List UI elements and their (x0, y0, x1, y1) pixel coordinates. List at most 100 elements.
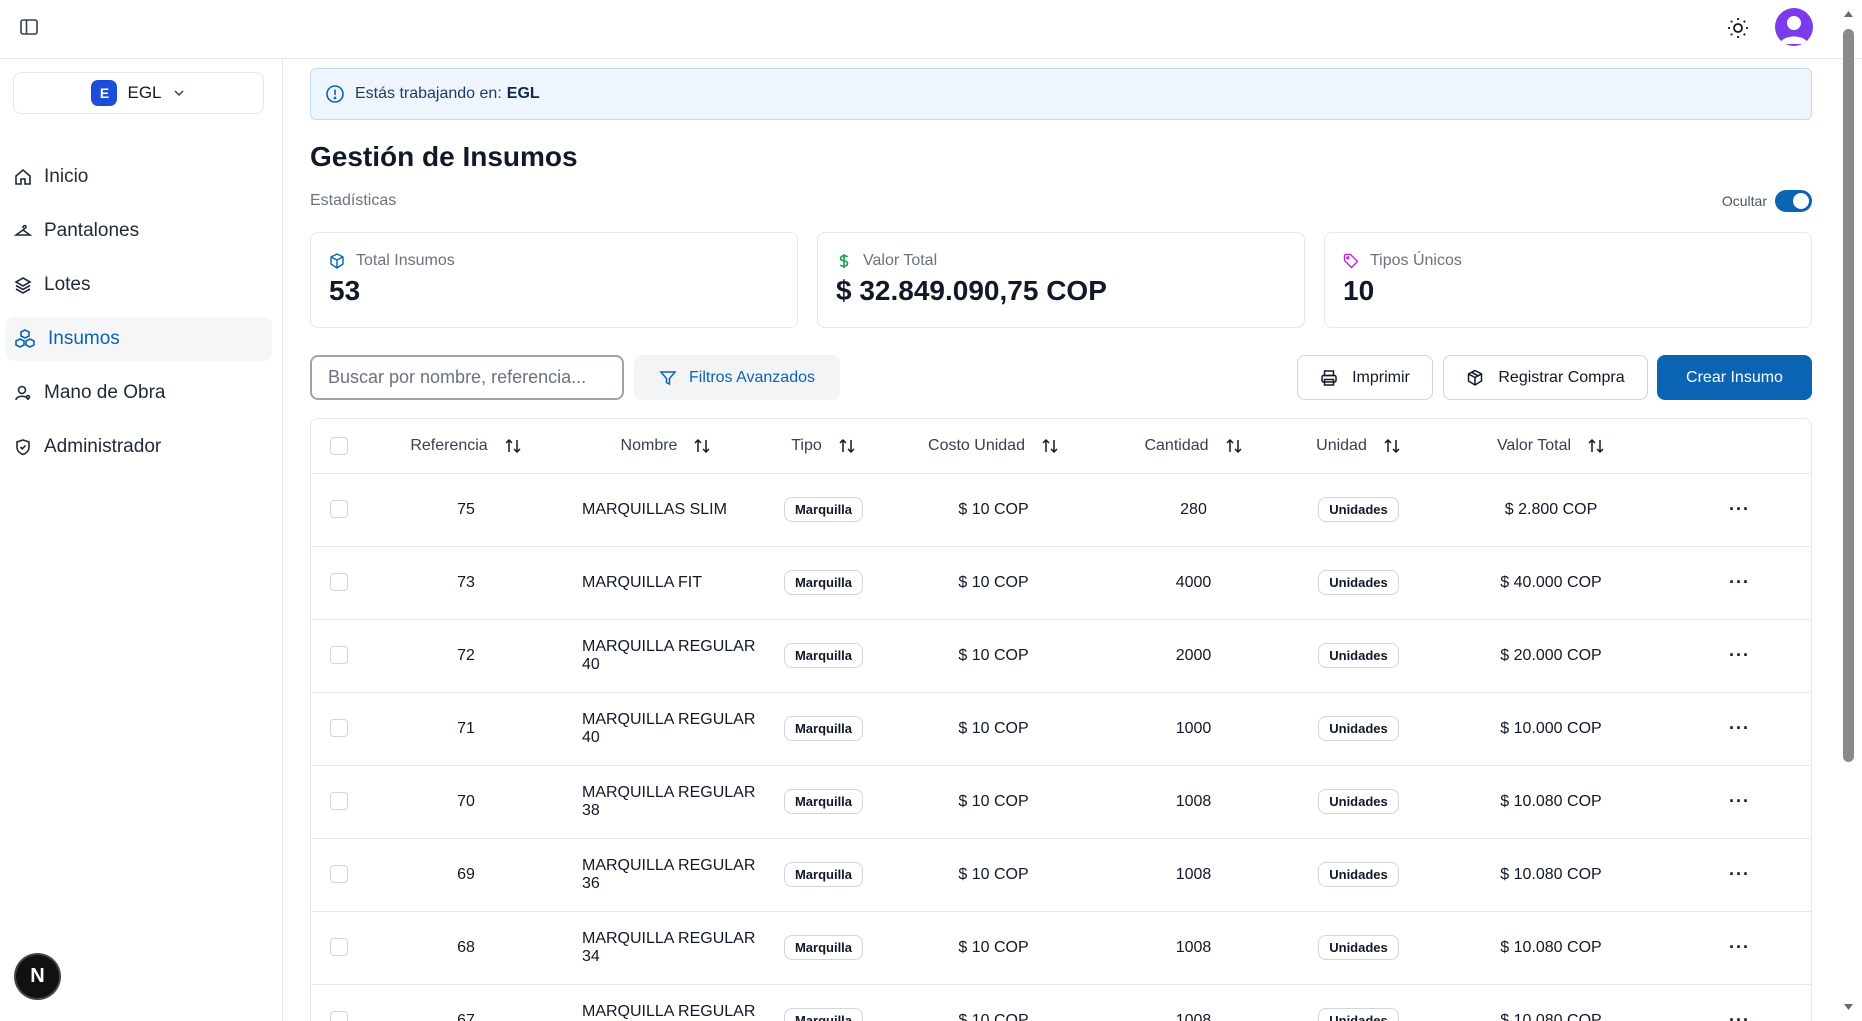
row-checkbox[interactable] (329, 1011, 348, 1021)
row-actions-menu-icon[interactable]: ··· (1729, 499, 1750, 520)
table-row[interactable]: 72 MARQUILLA REGULAR 40 Marquilla $ 10 COP 2… (311, 619, 1811, 692)
column-header-cantidad[interactable]: Cantidad (1144, 437, 1242, 455)
sun-icon[interactable] (1726, 16, 1750, 40)
sidebar-item-administrador[interactable]: Administrador (6, 425, 272, 469)
row-checkbox[interactable] (329, 938, 348, 957)
unit-badge: Unidades (1318, 789, 1399, 814)
hide-stats-label: Ocultar (1721, 193, 1767, 209)
row-actions-menu-icon[interactable]: ··· (1729, 937, 1750, 958)
cell-nombre: MARQUILLA REGULAR 38 (582, 783, 756, 819)
advanced-filters-button[interactable]: Filtros Avanzados (634, 355, 840, 400)
table-row[interactable]: 68 MARQUILLA REGULAR 34 Marquilla $ 10 COP 1… (311, 911, 1811, 984)
cell-nombre: MARQUILLA FIT (582, 573, 703, 591)
row-actions-menu-icon[interactable]: ··· (1729, 645, 1750, 666)
column-header-referencia[interactable]: Referencia (410, 437, 521, 455)
row-actions-menu-icon[interactable]: ··· (1729, 864, 1750, 885)
type-badge: Marquilla (783, 497, 864, 522)
sidebar-item-insumos[interactable]: Insumos (6, 317, 272, 361)
register-purchase-button[interactable]: Registrar Compra (1443, 355, 1648, 400)
row-actions-menu-icon[interactable]: ··· (1729, 1010, 1750, 1021)
table-header-row: Referencia Nombre Tipo Costo Unidad Cant… (311, 419, 1811, 473)
print-button[interactable]: Imprimir (1297, 355, 1433, 400)
table-row[interactable]: 67 MARQUILLA REGULAR 32 Marquilla $ 10 COP 1… (311, 984, 1811, 1021)
table-row[interactable]: 70 MARQUILLA REGULAR 38 Marquilla $ 10 COP 1… (311, 765, 1811, 838)
column-header-nombre[interactable]: Nombre (621, 437, 712, 455)
column-header-valor-total[interactable]: Valor Total (1497, 437, 1605, 455)
type-badge: Marquilla (783, 1008, 864, 1021)
column-header-unidad[interactable]: Unidad (1316, 437, 1401, 455)
sidebar-toggle-icon[interactable] (19, 17, 39, 37)
table-row[interactable]: 69 MARQUILLA REGULAR 36 Marquilla $ 10 COP 1… (311, 838, 1811, 911)
org-switcher[interactable]: E EGL (13, 72, 264, 114)
column-label: Valor Total (1496, 436, 1572, 454)
cell-referencia: 75 (457, 500, 475, 518)
stat-card-valor-total: Valor Total $ 32.849.090,75 COP (817, 232, 1305, 328)
cell-referencia: 71 (457, 719, 475, 737)
cell-valor-total: $ 10.000 COP (1500, 719, 1602, 737)
sidebar-item-label: Lotes (44, 274, 91, 295)
row-checkbox[interactable] (329, 865, 348, 884)
cell-cantidad: 4000 (1175, 573, 1212, 591)
cell-referencia: 67 (457, 1011, 475, 1021)
layers-icon (14, 277, 32, 294)
stat-value: 53 (329, 275, 361, 306)
sidebar-item-inicio[interactable]: Inicio (6, 155, 272, 199)
org-name: EGL (127, 83, 162, 102)
row-actions-menu-icon[interactable]: ··· (1729, 718, 1750, 739)
type-badge: Marquilla (783, 862, 864, 887)
column-label: Referencia (410, 436, 488, 454)
row-checkbox[interactable] (329, 792, 348, 811)
next-dev-badge[interactable]: N (16, 955, 59, 998)
sidebar: E EGL Inicio Pantalones Lotes Insumos Ma… (0, 59, 283, 1021)
cell-nombre: MARQUILLAS SLIM (582, 500, 727, 518)
advanced-filters-label: Filtros Avanzados (689, 368, 815, 386)
row-actions-menu-icon[interactable]: ··· (1729, 572, 1750, 593)
page-scrollbar-thumb[interactable] (1843, 29, 1854, 762)
sidebar-item-label: Inicio (44, 166, 89, 187)
user-icon (1780, 16, 1808, 44)
search-input[interactable] (310, 355, 624, 400)
column-header-costo-unidad[interactable]: Costo Unidad (928, 437, 1059, 455)
stat-label: Total Insumos (356, 252, 455, 269)
sidebar-nav: Inicio Pantalones Lotes Insumos Mano de … (6, 155, 272, 479)
cell-cantidad: 1008 (1175, 865, 1212, 883)
row-checkbox[interactable] (329, 719, 348, 738)
hide-stats-toggle[interactable] (1775, 190, 1812, 212)
select-all-checkbox[interactable] (329, 436, 348, 455)
row-checkbox[interactable] (329, 573, 348, 592)
sidebar-item-lotes[interactable]: Lotes (6, 263, 272, 307)
type-badge: Marquilla (783, 789, 864, 814)
table-row[interactable]: 71 MARQUILLA REGULAR 40 Marquilla $ 10 COP 1… (311, 692, 1811, 765)
cell-referencia: 69 (457, 865, 475, 883)
cell-costo-unidad: $ 10 COP (958, 646, 1029, 664)
cell-referencia: 68 (457, 938, 475, 956)
sidebar-item-mano-de-obra[interactable]: Mano de Obra (6, 371, 272, 415)
cell-nombre: MARQUILLA REGULAR 32 (582, 1002, 756, 1021)
table-body: 75 MARQUILLAS SLIM Marquilla $ 10 COP 280 Uni… (311, 473, 1811, 1021)
cell-costo-unidad: $ 10 COP (958, 792, 1029, 810)
tag-icon (1343, 253, 1359, 269)
column-header-tipo[interactable]: Tipo (791, 437, 856, 455)
sidebar-item-pantalones[interactable]: Pantalones (6, 209, 272, 253)
cell-costo-unidad: $ 10 COP (958, 865, 1029, 883)
row-checkbox[interactable] (329, 500, 348, 519)
cell-costo-unidad: $ 10 COP (958, 719, 1029, 737)
row-checkbox[interactable] (329, 646, 348, 665)
scroll-up-arrow-icon[interactable] (1843, 8, 1854, 20)
table-row[interactable]: 75 MARQUILLAS SLIM Marquilla $ 10 COP 280 Uni… (311, 473, 1811, 546)
scroll-down-arrow-icon[interactable] (1843, 1001, 1854, 1013)
table-row[interactable]: 73 MARQUILLA FIT Marquilla $ 10 COP 4000 Unid… (311, 546, 1811, 619)
chevron-down-icon (173, 90, 184, 97)
dollar-icon (839, 254, 849, 268)
cell-costo-unidad: $ 10 COP (958, 500, 1029, 518)
info-icon (326, 85, 344, 103)
avatar[interactable] (1775, 8, 1813, 46)
register-purchase-label: Registrar Compra (1498, 368, 1625, 386)
unit-badge: Unidades (1318, 643, 1399, 668)
cell-referencia: 70 (457, 792, 475, 810)
cell-referencia: 72 (457, 646, 475, 664)
sort-icon (505, 438, 521, 453)
create-insumo-button[interactable]: Crear Insumo (1657, 355, 1812, 400)
row-actions-menu-icon[interactable]: ··· (1729, 791, 1750, 812)
cell-nombre: MARQUILLA REGULAR 34 (582, 929, 756, 965)
